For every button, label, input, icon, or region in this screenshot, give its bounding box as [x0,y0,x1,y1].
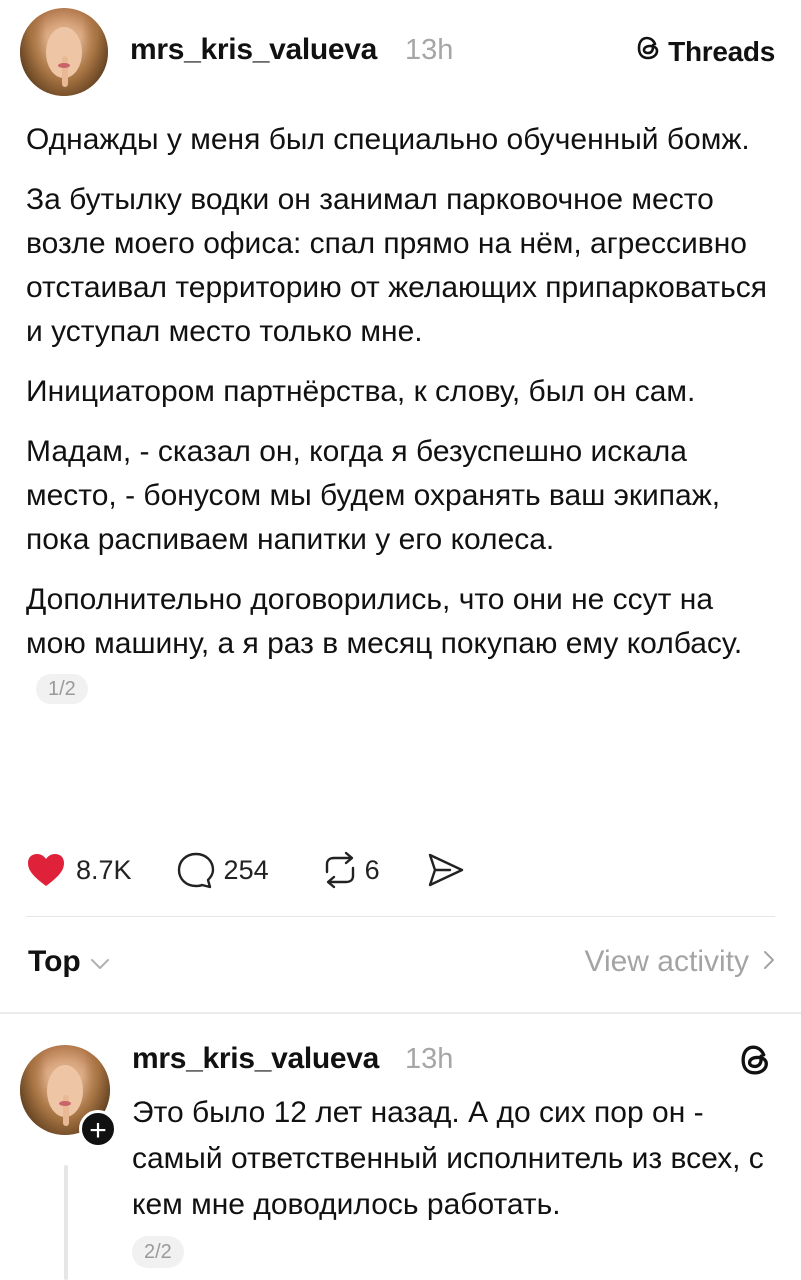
post-timestamp: 13h [405,34,454,66]
thread-connector-line [64,1165,68,1280]
post-paragraph-text: Дополнительно договорились, что они не с… [26,583,743,660]
sort-label: Top [28,945,81,978]
reply-body: Это было 12 лет назад. А до сих пор он -… [132,1096,764,1221]
repost-icon [319,850,361,890]
post-paragraph: За бутылку водки он занимал парковочное … [26,183,767,348]
reply-page-indicator: 2/2 [132,1236,184,1268]
threads-brand[interactable]: Threads [636,34,775,69]
section-divider [0,1012,801,1014]
post-paragraph: Инициатором партнёрства, к слову, был он… [26,375,696,408]
heart-icon [26,852,66,888]
page-indicator: 1/2 [36,674,88,705]
author-avatar[interactable] [20,8,108,96]
post-username[interactable]: mrs_kris_valueva [130,33,377,67]
like-button[interactable]: 8.7K [26,852,132,888]
chevron-down-icon [89,945,111,979]
repost-count: 6 [364,854,380,885]
comment-count: 254 [223,854,269,885]
threads-logo-icon [636,34,662,69]
share-button[interactable] [426,851,466,889]
post-actions: 8.7K 254 6 [26,845,466,895]
view-activity-link[interactable]: View activity [584,945,775,979]
comment-button[interactable]: 254 [176,851,269,889]
follow-plus-button[interactable]: + [79,1110,117,1148]
actions-divider [26,916,775,917]
threads-brand-label: Threads [668,35,775,67]
post-paragraph-last: Дополнительно договорились, что они не с… [26,578,781,710]
chevron-right-icon [763,945,775,979]
sort-dropdown[interactable]: Top [28,945,111,979]
reply-username[interactable]: mrs_kris_valueva [132,1042,379,1076]
comment-icon [176,851,216,889]
reply-timestamp: 13h [405,1043,454,1075]
send-icon [426,851,466,889]
repost-button[interactable]: 6 [319,850,380,890]
post-body: Однажды у меня был специально обученный … [26,118,781,726]
like-count: 8.7K [76,854,132,885]
post-paragraph: Однажды у меня был специально обученный … [26,123,750,156]
post-paragraph: Мадам, - сказал он, когда я безуспешно и… [26,435,721,556]
view-activity-label: View activity [584,945,749,978]
threads-logo-icon[interactable] [739,1042,773,1083]
